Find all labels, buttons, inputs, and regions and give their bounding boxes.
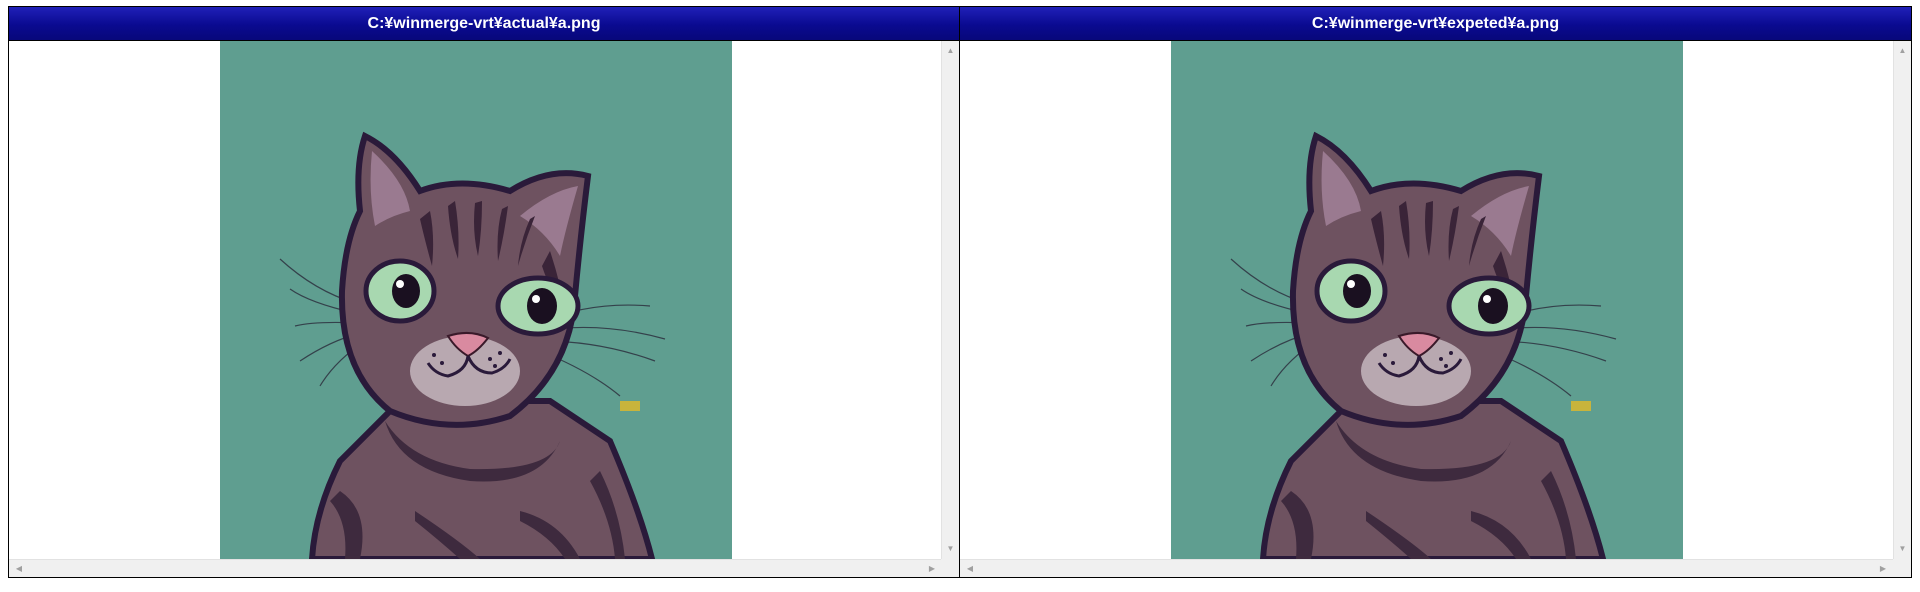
right-image-pane[interactable]: C:¥winmerge-vrt¥expeted¥a.png ▲ ▼ ◀ ▶: [960, 6, 1912, 578]
scroll-right-icon[interactable]: ▶: [1875, 560, 1891, 577]
scroll-left-icon[interactable]: ◀: [962, 560, 978, 577]
left-pane-title: C:¥winmerge-vrt¥actual¥a.png: [9, 7, 959, 41]
left-vertical-scrollbar[interactable]: ▲ ▼: [941, 41, 959, 559]
right-horizontal-scrollbar[interactable]: ◀ ▶: [960, 559, 1893, 577]
scroll-left-icon[interactable]: ◀: [11, 560, 27, 577]
right-cat-image: [1171, 41, 1683, 559]
cat-illustration: [220, 41, 732, 559]
image-compare-window: C:¥winmerge-vrt¥actual¥a.png ▲ ▼ ◀ ▶ C:¥…: [8, 6, 1912, 578]
scroll-down-icon[interactable]: ▼: [1894, 541, 1911, 557]
scrollbar-corner: [1893, 559, 1911, 577]
left-image-pane[interactable]: C:¥winmerge-vrt¥actual¥a.png ▲ ▼ ◀ ▶: [8, 6, 960, 578]
left-image-viewport[interactable]: [9, 41, 942, 559]
scroll-right-icon[interactable]: ▶: [924, 560, 940, 577]
left-horizontal-scrollbar[interactable]: ◀ ▶: [9, 559, 942, 577]
left-cat-image: [220, 41, 732, 559]
scroll-down-icon[interactable]: ▼: [942, 541, 959, 557]
right-image-viewport[interactable]: [960, 41, 1893, 559]
scroll-up-icon[interactable]: ▲: [942, 43, 959, 59]
scroll-up-icon[interactable]: ▲: [1894, 43, 1911, 59]
right-vertical-scrollbar[interactable]: ▲ ▼: [1893, 41, 1911, 559]
right-pane-title: C:¥winmerge-vrt¥expeted¥a.png: [960, 7, 1911, 41]
scrollbar-corner: [941, 559, 959, 577]
cat-illustration: [1171, 41, 1683, 559]
